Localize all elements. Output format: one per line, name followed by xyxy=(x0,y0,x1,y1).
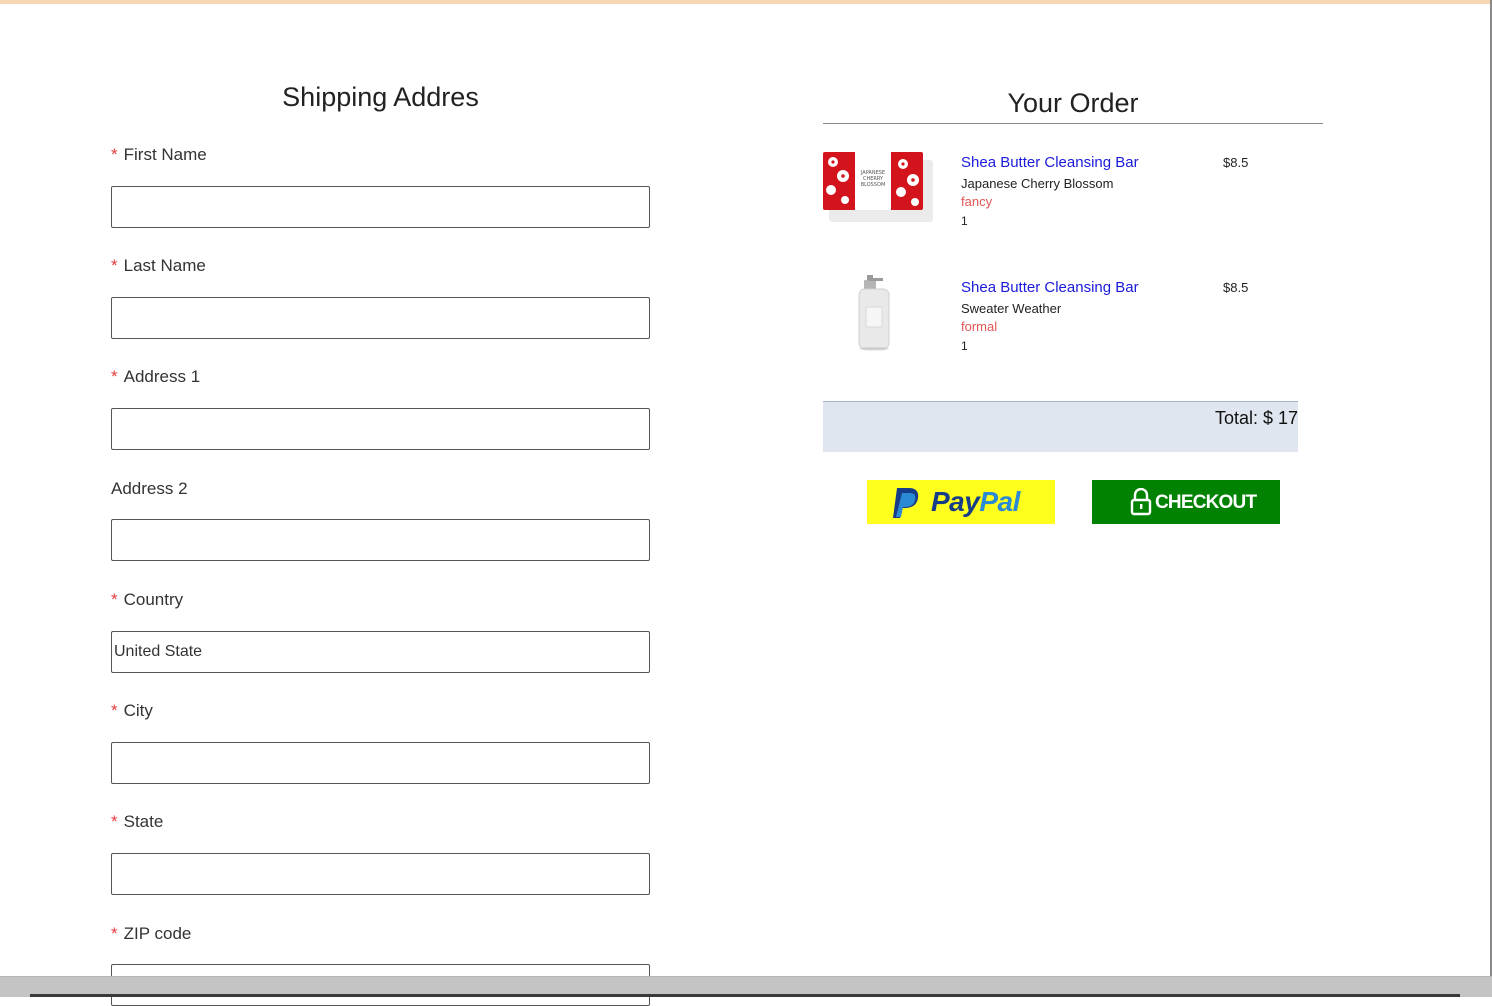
city-input[interactable] xyxy=(111,742,650,784)
required-mark: * xyxy=(111,256,118,275)
item-price: $8.5 xyxy=(1223,155,1249,170)
address2-label: Address 2 xyxy=(111,479,188,499)
shipping-title: Shipping Addres xyxy=(282,82,479,112)
last-name-label-text: Last Name xyxy=(123,256,206,275)
address2-label-text: Address 2 xyxy=(111,479,188,498)
soap-bar-image: JAPANESE CHERRY BLOSSOM xyxy=(823,150,933,230)
order-title: Your Order xyxy=(1007,88,1139,118)
address2-input[interactable] xyxy=(111,519,650,561)
item-name-link[interactable]: Shea Butter Cleansing Bar xyxy=(961,154,1139,171)
city-label-text: City xyxy=(123,701,153,720)
checkout-label: CHECKOUT xyxy=(1155,492,1257,513)
item-style: formal xyxy=(961,319,998,334)
city-label: * City xyxy=(111,701,153,721)
first-name-label: * First Name xyxy=(111,145,207,165)
address1-label-text: Address 1 xyxy=(123,367,201,386)
order-total: Total: $ 17 xyxy=(1214,408,1298,428)
lock-icon xyxy=(1130,488,1152,516)
required-mark: * xyxy=(111,590,118,609)
state-label: * State xyxy=(111,812,163,832)
country-input[interactable] xyxy=(111,631,650,673)
paypal-button[interactable]: PayPal xyxy=(867,480,1055,524)
state-label-text: State xyxy=(123,812,164,831)
address1-label: * Address 1 xyxy=(111,367,200,387)
top-accent-strip xyxy=(0,0,1492,4)
order-item: Shea Butter Cleansing Bar Sweater Weathe… xyxy=(823,275,1293,385)
item-variant: Sweater Weather xyxy=(961,301,1062,316)
item-quantity: 1 xyxy=(961,214,968,228)
required-mark: * xyxy=(111,367,118,386)
country-label-text: Country xyxy=(123,590,184,609)
item-quantity: 1 xyxy=(961,339,968,353)
order-total-box: Total: $ 17 xyxy=(823,401,1298,452)
soap-pump-bottle-image xyxy=(823,275,933,355)
checkout-button[interactable]: CHECKOUT xyxy=(1092,480,1280,524)
first-name-input[interactable] xyxy=(111,186,650,228)
last-name-input[interactable] xyxy=(111,297,650,339)
horizontal-scrollbar[interactable] xyxy=(0,976,1492,997)
paypal-word-pal: Pal xyxy=(979,486,1020,517)
address1-input[interactable] xyxy=(111,408,650,450)
required-mark: * xyxy=(111,145,118,164)
item-style: fancy xyxy=(961,194,993,209)
zip-label: * ZIP code xyxy=(111,924,191,944)
first-name-label-text: First Name xyxy=(123,145,207,164)
order-divider xyxy=(823,123,1323,124)
item-price: $8.5 xyxy=(1223,280,1249,295)
paypal-word-pay: Pay xyxy=(931,486,980,517)
item-name-link[interactable]: Shea Butter Cleansing Bar xyxy=(961,279,1139,296)
order-item: JAPANESE CHERRY BLOSSOM Shea Butter Clea… xyxy=(823,150,1293,260)
svg-text:BLOSSOM: BLOSSOM xyxy=(861,182,886,188)
required-mark: * xyxy=(111,701,118,720)
paypal-logo-icon xyxy=(893,488,919,518)
required-mark: * xyxy=(111,812,118,831)
required-mark: * xyxy=(111,924,118,943)
state-input[interactable] xyxy=(111,853,650,895)
country-label: * Country xyxy=(111,590,183,610)
paypal-wordmark: PayPal xyxy=(931,486,1020,518)
item-variant: Japanese Cherry Blossom xyxy=(961,176,1114,191)
last-name-label: * Last Name xyxy=(111,256,206,276)
zip-label-text: ZIP code xyxy=(123,924,192,943)
